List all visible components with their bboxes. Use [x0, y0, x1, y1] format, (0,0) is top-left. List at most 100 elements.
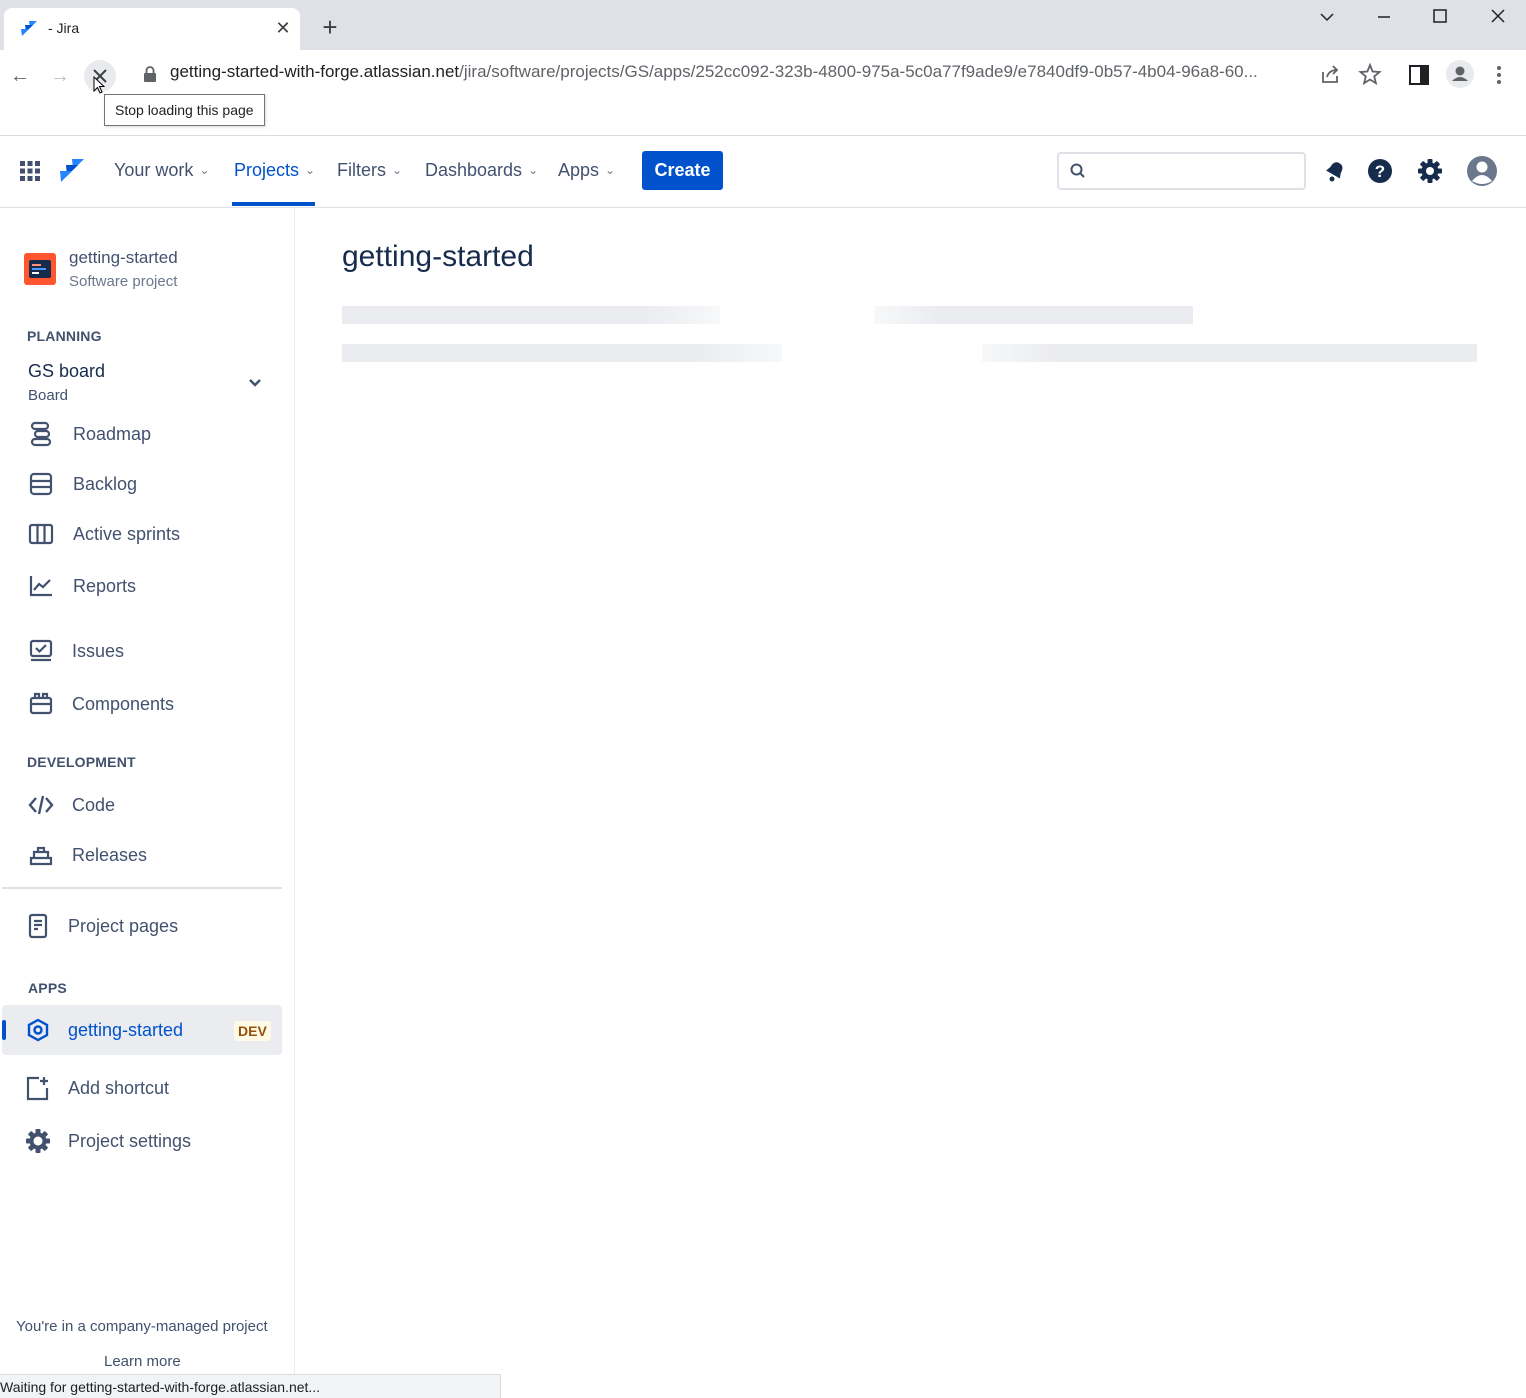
mouse-cursor-icon [93, 76, 106, 94]
new-tab-button[interactable]: + [316, 14, 344, 42]
loading-skeleton [342, 344, 782, 362]
jira-top-navigation: Your work ⌄ Projects ⌄ Filters ⌄ Dashboards… [0, 136, 1526, 208]
chevron-down-icon: ⌄ [199, 163, 210, 177]
browser-tab-strip: - Jira ✕ + [0, 0, 1526, 50]
nav-your-work[interactable]: Your work ⌄ [114, 160, 209, 181]
issues-icon [29, 639, 53, 662]
maximize-icon[interactable] [1422, 4, 1458, 30]
sidebar-item-project-settings[interactable]: Project settings [0, 1119, 282, 1163]
forward-arrow-icon[interactable]: → [44, 60, 76, 92]
sidebar-item-label: Reports [73, 576, 137, 596]
sidebar-item-label: Components [72, 694, 175, 714]
search-input[interactable] [1057, 152, 1306, 190]
pages-icon [28, 913, 48, 939]
tab-close-icon[interactable]: ✕ [272, 17, 294, 39]
board-type: Board [28, 387, 69, 404]
loading-skeleton [342, 306, 720, 324]
sidebar-item-releases[interactable]: Releases [0, 833, 282, 877]
browser-toolbar: ← → getting-started-with-forge.atlassian… [0, 50, 1526, 136]
company-managed-note: You're in a company-managed project [16, 1318, 268, 1335]
development-heading: DEVELOPMENT [27, 754, 136, 770]
sidebar-item-label: Add shortcut [68, 1078, 170, 1098]
browser-status-bar: Waiting for getting-started-with-forge.a… [0, 1374, 501, 1398]
sidebar-item-active-sprints[interactable]: Active sprints [0, 512, 282, 556]
sidebar-item-label: Project pages [68, 916, 179, 936]
close-window-icon[interactable] [1480, 4, 1516, 30]
sidebar-item-label: Project settings [68, 1131, 192, 1151]
sidebar-item-reports[interactable]: Reports [0, 564, 282, 608]
sidebar-item-components[interactable]: Components [0, 682, 282, 726]
nav-dashboards[interactable]: Dashboards ⌄ [425, 160, 538, 181]
sidebar-item-backlog[interactable]: Backlog [0, 462, 282, 506]
notifications-bell-icon[interactable] [1322, 158, 1348, 184]
app-switcher-icon[interactable] [20, 161, 40, 181]
side-panel-icon[interactable] [1406, 62, 1432, 88]
sidebar-item-issues[interactable]: Issues [0, 629, 282, 673]
search-icon [1070, 163, 1085, 178]
user-avatar-icon[interactable] [1466, 155, 1498, 187]
loading-skeleton [874, 306, 1193, 324]
learn-more-link[interactable]: Learn more [104, 1353, 181, 1370]
components-icon [29, 692, 53, 715]
chevron-down-icon: ⌄ [528, 163, 539, 177]
app-name-label: getting-started [68, 1020, 184, 1040]
address-bar[interactable]: getting-started-with-forge.atlassian.net… [170, 62, 1258, 82]
reports-icon [29, 576, 52, 597]
chevron-down-icon [249, 379, 261, 387]
project-type: Software project [69, 273, 178, 290]
backlog-icon [29, 472, 53, 496]
dev-badge: DEV [234, 1021, 271, 1041]
browser-tab[interactable]: - Jira ✕ [4, 8, 300, 50]
nav-filters[interactable]: Filters ⌄ [337, 160, 402, 181]
code-icon [28, 795, 54, 815]
tab-search-icon[interactable] [1309, 4, 1345, 30]
sidebar-item-label: Roadmap [73, 424, 152, 444]
create-button[interactable]: Create [642, 151, 723, 190]
kebab-menu-icon[interactable] [1486, 62, 1512, 88]
roadmap-icon [30, 421, 52, 447]
project-avatar-icon[interactable] [24, 253, 56, 285]
sidebar-item-roadmap[interactable]: Roadmap [0, 412, 282, 456]
sidebar-item-label: Active sprints [73, 524, 181, 544]
sidebar-item-label: Issues [72, 641, 125, 661]
board-selector[interactable]: GS board Board [0, 356, 282, 406]
jira-logo-icon[interactable] [59, 158, 85, 184]
sidebar-item-add-shortcut[interactable]: Add shortcut [0, 1066, 282, 1110]
chevron-down-icon: ⌄ [305, 163, 316, 177]
apps-heading: APPS [28, 980, 67, 996]
sidebar-item-label: Code [72, 795, 116, 815]
minimize-icon[interactable] [1366, 4, 1402, 30]
lock-icon[interactable] [142, 65, 158, 83]
sidebar-divider [2, 887, 282, 889]
planning-heading: PLANNING [27, 328, 102, 344]
sidebar-item-code[interactable]: Code [0, 783, 282, 827]
releases-icon [29, 846, 53, 866]
nav-projects[interactable]: Projects ⌄ [234, 160, 315, 181]
jira-favicon-icon [21, 21, 37, 36]
project-sidebar: getting-started Software project PLANNIN… [0, 208, 295, 1398]
forge-app-icon [27, 1018, 49, 1042]
bookmark-star-icon[interactable] [1357, 62, 1383, 88]
add-shortcut-icon [26, 1076, 49, 1101]
loading-skeleton [982, 344, 1477, 362]
share-icon[interactable] [1317, 62, 1343, 88]
sidebar-item-getting-started-app[interactable]: getting-started DEV [2, 1005, 282, 1055]
chevron-down-icon: ⌄ [605, 163, 616, 177]
svg-text:?: ? [1375, 162, 1385, 181]
sidebar-item-label: Backlog [73, 474, 138, 494]
board-name: GS board [28, 361, 106, 381]
help-icon[interactable]: ? [1367, 158, 1393, 184]
tab-title: - Jira [48, 20, 80, 36]
stop-loading-tooltip: Stop loading this page [104, 94, 265, 126]
selected-indicator [2, 1020, 6, 1040]
chevron-down-icon: ⌄ [392, 163, 403, 177]
settings-gear-icon [26, 1129, 50, 1153]
profile-avatar-icon[interactable] [1446, 60, 1474, 88]
nav-apps[interactable]: Apps ⌄ [558, 160, 615, 181]
project-name[interactable]: getting-started [69, 248, 178, 268]
back-arrow-icon[interactable]: ← [4, 60, 36, 92]
settings-gear-icon[interactable] [1417, 158, 1443, 184]
sidebar-item-label: Releases [72, 845, 148, 865]
active-nav-indicator [232, 202, 315, 206]
sidebar-item-project-pages[interactable]: Project pages [0, 904, 282, 948]
